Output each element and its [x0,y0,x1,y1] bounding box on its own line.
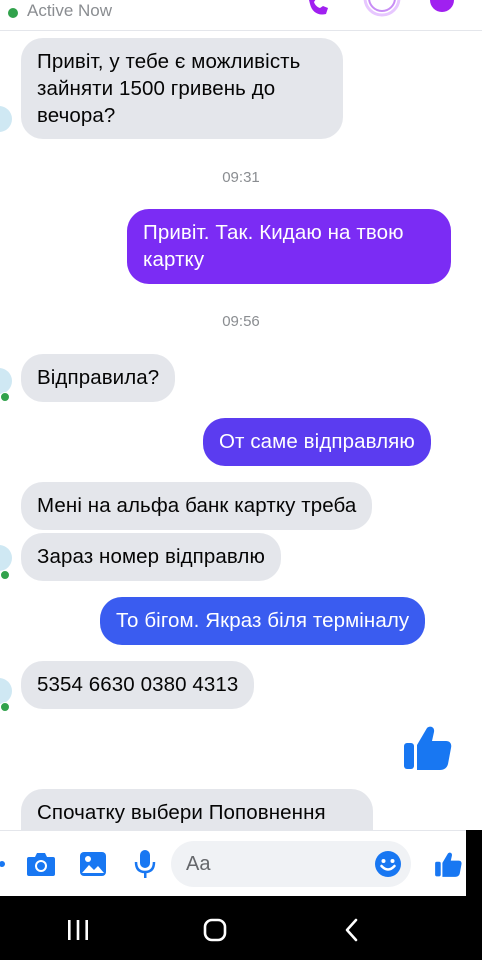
active-status-dot [6,6,20,20]
chat-header: Active Now [0,0,482,31]
camera-icon[interactable] [26,850,56,878]
timestamp: 09:31 [222,169,260,186]
emoji-icon[interactable] [374,850,402,878]
message-outgoing[interactable]: То бігом. Якраз біля терміналу [100,597,426,645]
message-incoming[interactable]: Зараз номер відправлю [21,533,281,581]
info-icon[interactable] [428,0,456,18]
phone-icon[interactable] [306,0,334,18]
home-icon[interactable] [203,918,227,942]
message-incoming[interactable]: Мені на альфа банк картку треба [21,482,373,530]
message-outgoing[interactable]: Привіт. Так. Кидаю на твою картку [127,209,451,284]
message-incoming[interactable]: Привіт, у тебе є можливість зайняти 1500… [21,38,343,139]
video-icon[interactable] [362,0,402,18]
microphone-icon[interactable] [134,849,156,879]
timestamp: 09:56 [222,313,260,330]
contact-avatar[interactable] [0,106,12,132]
online-dot [0,702,10,712]
menu-icon[interactable] [0,854,8,874]
contact-avatar[interactable] [0,545,12,571]
active-status-text: Active Now [27,1,113,20]
message-incoming[interactable]: Відправила? [21,354,176,402]
contact-avatar[interactable] [0,368,12,394]
recent-apps-icon[interactable] [66,920,90,940]
like-message-icon[interactable] [402,722,452,772]
back-icon[interactable] [343,918,361,942]
message-incoming[interactable]: 5354 6630 0380 4313 [21,661,255,709]
online-dot [0,570,10,580]
online-dot [0,392,10,402]
system-navigation-bar [0,896,482,960]
screen-edge [466,830,482,896]
message-outgoing[interactable]: От саме відправляю [203,418,431,466]
like-icon[interactable] [434,849,462,879]
contact-avatar[interactable] [0,678,12,704]
gallery-icon[interactable] [79,851,107,877]
